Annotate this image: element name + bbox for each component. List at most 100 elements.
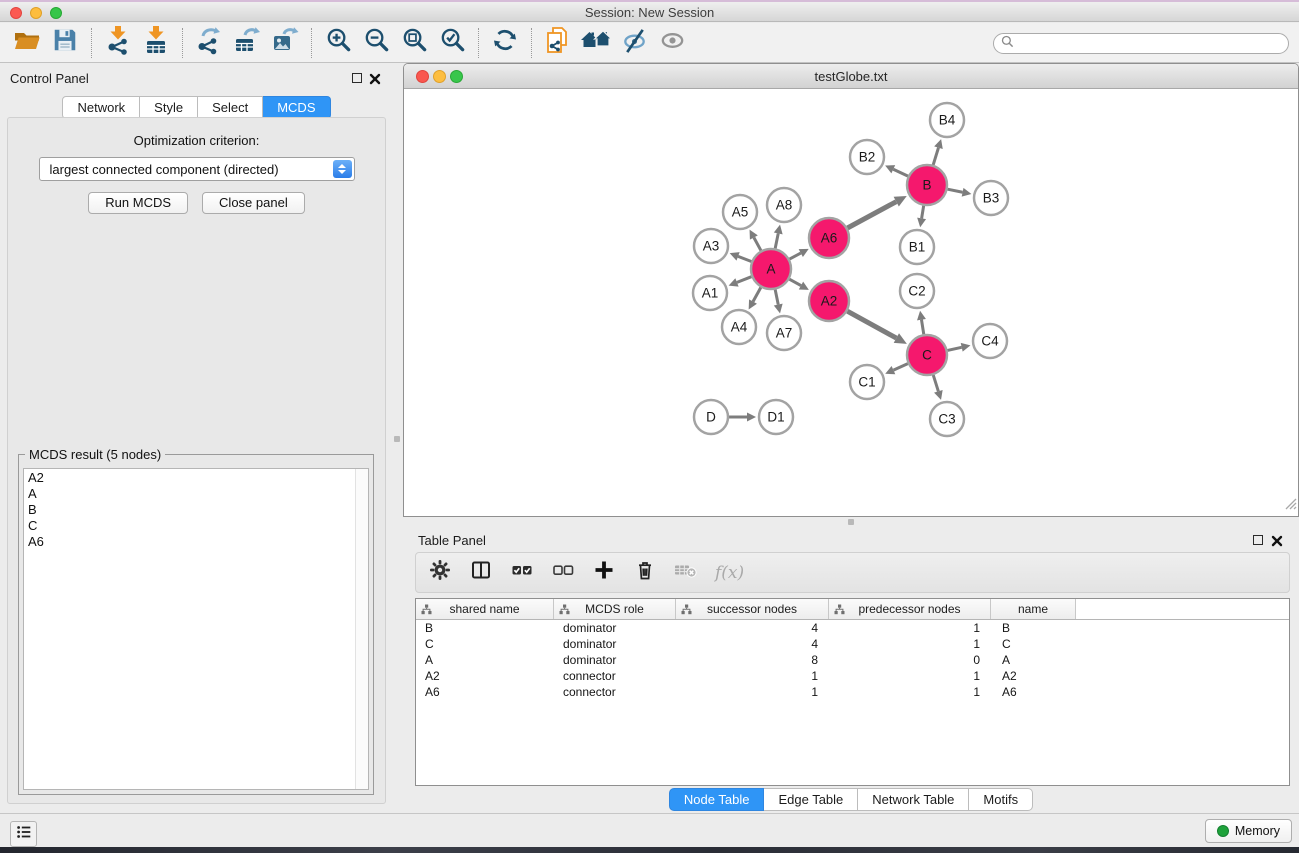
zoom-fit-button[interactable] bbox=[395, 25, 433, 61]
table-cell[interactable]: A2 bbox=[991, 668, 1076, 684]
table-cell[interactable]: B bbox=[991, 620, 1076, 636]
tab-style[interactable]: Style bbox=[140, 96, 198, 119]
table-cell[interactable]: 4 bbox=[676, 636, 829, 652]
import-network-button[interactable] bbox=[99, 25, 137, 61]
graph-edge-A6-B[interactable] bbox=[847, 202, 896, 228]
import-table-button[interactable] bbox=[137, 25, 175, 61]
graph-edge-C-C4[interactable] bbox=[947, 347, 961, 350]
tab-network[interactable]: Network bbox=[62, 96, 140, 119]
table-cell[interactable]: 1 bbox=[676, 668, 829, 684]
graph-edge-A-A7[interactable] bbox=[775, 290, 778, 305]
tab-edge-table[interactable]: Edge Table bbox=[764, 788, 858, 811]
show-hide-button[interactable] bbox=[653, 25, 691, 61]
zoom-selected-button[interactable] bbox=[433, 25, 471, 61]
table-cell[interactable]: 1 bbox=[676, 684, 829, 700]
home-layout-button[interactable] bbox=[577, 25, 615, 61]
graph-edge-B-B1[interactable] bbox=[922, 206, 924, 219]
show-columns-button[interactable] bbox=[469, 561, 493, 585]
graph-edge-B-B3[interactable] bbox=[948, 189, 963, 192]
table-cell[interactable]: 1 bbox=[829, 684, 991, 700]
graph-edge-A-A4[interactable] bbox=[753, 287, 761, 301]
table-cell[interactable]: dominator bbox=[554, 652, 676, 668]
create-column-button[interactable] bbox=[592, 561, 616, 585]
refresh-button[interactable] bbox=[486, 25, 524, 61]
zoom-out-button[interactable] bbox=[357, 25, 395, 61]
column-header-predecessor-nodes[interactable]: predecessor nodes bbox=[829, 599, 991, 619]
control-panel-close-button[interactable] bbox=[369, 72, 381, 84]
table-cell[interactable]: B bbox=[416, 620, 554, 636]
search-field[interactable] bbox=[993, 33, 1289, 54]
graph-edge-A2-C[interactable] bbox=[847, 311, 896, 338]
mcds-result-item[interactable]: A6 bbox=[24, 534, 354, 550]
table-cell[interactable]: C bbox=[991, 636, 1076, 652]
mcds-result-item[interactable]: A2 bbox=[24, 470, 354, 486]
table-panel-float-button[interactable] bbox=[1253, 535, 1263, 545]
network-window-titlebar[interactable]: testGlobe.txt bbox=[404, 64, 1298, 89]
mcds-result-list[interactable]: A2ABCA6 bbox=[23, 468, 369, 790]
table-cell[interactable]: A bbox=[991, 652, 1076, 668]
table-cell[interactable]: connector bbox=[554, 668, 676, 684]
table-cell[interactable]: dominator bbox=[554, 620, 676, 636]
table-row[interactable]: Cdominator41C bbox=[416, 636, 1289, 652]
search-input[interactable] bbox=[1018, 37, 1268, 51]
column-header-name[interactable]: name bbox=[991, 599, 1076, 619]
table-row[interactable]: Bdominator41B bbox=[416, 620, 1289, 636]
graph-edge-A-A5[interactable] bbox=[754, 237, 761, 250]
select-all-button[interactable] bbox=[510, 561, 534, 585]
tab-network-table[interactable]: Network Table bbox=[858, 788, 969, 811]
export-table-button[interactable] bbox=[228, 25, 266, 61]
export-image-button[interactable] bbox=[266, 25, 304, 61]
graph-edge-A-A6[interactable] bbox=[790, 253, 801, 259]
close-panel-button[interactable]: Close panel bbox=[202, 192, 305, 214]
column-header-mcds-role[interactable]: MCDS role bbox=[554, 599, 676, 619]
criterion-dropdown[interactable]: largest connected component (directed) bbox=[39, 157, 355, 181]
delete-column-button[interactable] bbox=[633, 561, 657, 585]
memory-button[interactable]: Memory bbox=[1205, 819, 1292, 843]
graph-edge-A-A1[interactable] bbox=[737, 277, 751, 283]
horizontal-splitter-grip[interactable] bbox=[848, 519, 854, 525]
tab-node-table[interactable]: Node Table bbox=[669, 788, 765, 811]
graph-edge-A-A2[interactable] bbox=[789, 279, 801, 285]
table-row[interactable]: A6connector11A6 bbox=[416, 684, 1289, 700]
resize-grip-icon[interactable] bbox=[1283, 496, 1297, 515]
zoom-in-button[interactable] bbox=[319, 25, 357, 61]
duplicate-network-button[interactable] bbox=[539, 25, 577, 61]
table-cell[interactable]: A bbox=[416, 652, 554, 668]
table-cell[interactable]: 4 bbox=[676, 620, 829, 636]
graph-edge-B-B4[interactable] bbox=[933, 148, 938, 165]
column-header-shared-name[interactable]: shared name bbox=[416, 599, 554, 619]
tab-mcds[interactable]: MCDS bbox=[263, 96, 330, 119]
graph-edge-C-C3[interactable] bbox=[933, 375, 938, 391]
graph-edge-B-B2[interactable] bbox=[893, 169, 908, 176]
open-session-button[interactable] bbox=[8, 25, 46, 61]
control-panel-float-button[interactable] bbox=[352, 73, 362, 83]
table-cell[interactable]: A6 bbox=[991, 684, 1076, 700]
column-settings-button[interactable] bbox=[428, 561, 452, 585]
mcds-result-item[interactable]: B bbox=[24, 502, 354, 518]
graph-edge-C-C2[interactable] bbox=[921, 320, 923, 335]
table-cell[interactable]: 1 bbox=[829, 636, 991, 652]
graph-edge-A-A8[interactable] bbox=[775, 233, 778, 248]
table-cell[interactable]: C bbox=[416, 636, 554, 652]
table-cell[interactable]: 1 bbox=[829, 620, 991, 636]
table-cell[interactable]: A2 bbox=[416, 668, 554, 684]
graph-edge-C-C1[interactable] bbox=[893, 364, 907, 370]
table-cell[interactable]: 8 bbox=[676, 652, 829, 668]
table-row[interactable]: Adominator80A bbox=[416, 652, 1289, 668]
table-cell[interactable]: 1 bbox=[829, 668, 991, 684]
table-cell[interactable]: 0 bbox=[829, 652, 991, 668]
run-mcds-button[interactable]: Run MCDS bbox=[88, 192, 188, 214]
save-session-button[interactable] bbox=[46, 25, 84, 61]
table-row[interactable]: A2connector11A2 bbox=[416, 668, 1289, 684]
graphics-details-button[interactable] bbox=[615, 25, 653, 61]
task-history-button[interactable] bbox=[10, 821, 37, 847]
vertical-splitter-grip[interactable] bbox=[394, 436, 400, 442]
deselect-all-button[interactable] bbox=[551, 561, 575, 585]
mcds-result-item[interactable]: C bbox=[24, 518, 354, 534]
table-cell[interactable]: A6 bbox=[416, 684, 554, 700]
mcds-list-scrollbar[interactable] bbox=[355, 469, 368, 789]
graph-edge-A-A3[interactable] bbox=[738, 256, 751, 261]
table-cell[interactable]: connector bbox=[554, 684, 676, 700]
mcds-result-item[interactable]: A bbox=[24, 486, 354, 502]
table-cell[interactable]: dominator bbox=[554, 636, 676, 652]
